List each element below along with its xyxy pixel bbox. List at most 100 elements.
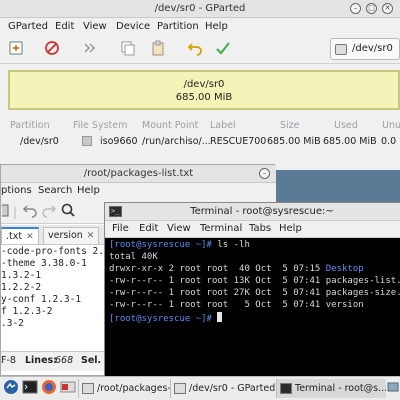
status-encoding[interactable]: F-8	[1, 355, 16, 366]
listing-meta: drwxr-xr-x 2 root root 40 Oct 5 07:15	[109, 264, 326, 274]
gparted-icon	[174, 383, 186, 394]
col-size[interactable]: Size	[280, 120, 300, 131]
task-label: Terminal - root@s...	[295, 383, 386, 394]
device-selector[interactable]: /dev/sr0	[330, 38, 400, 60]
tab-label: .txt	[6, 231, 23, 242]
listing-row: -rw-r--r-- 1 root root 13K Oct 5 07:41 p…	[109, 276, 400, 286]
tab-version[interactable]: version ✕	[43, 227, 99, 244]
terminal-output[interactable]: [root@sysrescue ~]# ls -lh total 40K drw…	[105, 238, 400, 376]
menu-file[interactable]: File	[112, 223, 129, 234]
command-text: ls -lh	[211, 240, 250, 250]
cell-size: 685.00 MiB	[267, 136, 321, 147]
search-icon[interactable]	[58, 202, 78, 222]
terminal-menubar: File Edit View Terminal Tabs Help	[105, 221, 400, 238]
menu-edit[interactable]: Edit	[139, 223, 158, 234]
undo-icon[interactable]	[20, 202, 40, 222]
apply-icon[interactable]	[213, 40, 233, 60]
text-line: .3-2	[1, 318, 24, 329]
menu-edit[interactable]: Edit	[55, 21, 74, 32]
menu-help[interactable]: Help	[205, 21, 228, 32]
menu-view[interactable]: View	[83, 21, 107, 32]
partition-block[interactable]: /dev/sr0 685.00 MiB	[8, 70, 400, 110]
close-icon[interactable]: ✕	[382, 3, 393, 14]
col-partition[interactable]: Partition	[10, 120, 50, 131]
window-title: Terminal - root@sysrescue:~	[190, 206, 334, 217]
status-lines-value: 668	[55, 355, 74, 366]
text-line: 1.3.2-1	[1, 270, 42, 281]
menu-view[interactable]: View	[167, 223, 191, 234]
menu-partition[interactable]: Partition	[157, 21, 199, 32]
filesystem-color-icon	[82, 136, 92, 146]
disk-icon	[335, 44, 347, 55]
close-tab-icon[interactable]: ✕	[87, 231, 95, 241]
browser-launcher-icon[interactable]	[40, 379, 58, 397]
toolbar-separator: |	[13, 205, 18, 219]
partition-table-header: Partition File System Mount Point Label …	[0, 119, 400, 133]
terminal-icon	[280, 383, 292, 394]
delete-icon[interactable]	[42, 40, 62, 60]
partition-block-label: /dev/sr0	[183, 79, 225, 90]
partition-block-size: 685.00 MiB	[175, 92, 233, 103]
text-line: -code-pro-fonts 2.03	[1, 246, 116, 257]
text-line: -theme 3.38.0-1	[1, 258, 87, 269]
paste-icon[interactable]	[148, 40, 168, 60]
undo-icon[interactable]	[185, 40, 205, 60]
col-label[interactable]: Label	[210, 120, 236, 131]
menu-search[interactable]: Search	[38, 185, 72, 196]
cell-used: 685.00 MiB	[323, 136, 377, 147]
menu-help[interactable]: Help	[77, 185, 100, 196]
terminal-window: >_ Terminal - root@sysrescue:~ File Edit…	[104, 202, 400, 376]
gparted-titlebar[interactable]: /dev/sr0 - GParted – □ ✕	[0, 0, 400, 18]
menu-options[interactable]: ptions	[1, 185, 32, 196]
current-prompt-line: [root@sysrescue ~]#	[109, 312, 223, 324]
app-menu-icon[interactable]	[2, 379, 20, 397]
cell-label: RESCUE700	[210, 136, 267, 147]
col-mount-point[interactable]: Mount Point	[142, 120, 198, 131]
cell-partition: /dev/sr0	[20, 136, 59, 147]
task-label: /dev/sr0 - GParted	[189, 383, 276, 394]
table-row[interactable]: /dev/sr0 iso9660 /run/archiso/... RESCUE…	[0, 134, 400, 150]
task-terminal[interactable]: Terminal - root@s...	[276, 379, 386, 398]
new-partition-icon[interactable]	[6, 40, 26, 60]
menu-tabs[interactable]: Tabs	[249, 223, 271, 234]
menu-terminal[interactable]: Terminal	[200, 223, 242, 234]
listing-meta: -rw-r--r-- 1 root root 13K Oct 5 07:41	[109, 276, 326, 286]
gparted-window: /dev/sr0 - GParted – □ ✕ GParted Edit Vi…	[0, 0, 400, 170]
text-line: f 1.2.3-2	[1, 306, 53, 317]
minimize-icon[interactable]: –	[350, 3, 361, 14]
text-line: 1.2.2-2	[1, 282, 42, 293]
window-title: /root/packages-list.txt	[83, 168, 194, 179]
redo-icon[interactable]	[39, 202, 59, 222]
task-text-editor[interactable]: /root/packages-lis...	[78, 379, 170, 398]
menu-device[interactable]: Device	[116, 21, 150, 32]
partition-map: /dev/sr0 685.00 MiB	[0, 64, 400, 116]
cell-filesystem: iso9660	[100, 136, 138, 147]
taskbar: /root/packages-lis... /dev/sr0 - GParted…	[0, 376, 400, 400]
copy-icon[interactable]	[118, 40, 138, 60]
task-gparted[interactable]: /dev/sr0 - GParted	[170, 379, 276, 398]
terminal-titlebar[interactable]: >_ Terminal - root@sysrescue:~	[105, 203, 400, 221]
col-used[interactable]: Used	[334, 120, 358, 131]
listing-name: version	[325, 300, 364, 310]
col-file-system[interactable]: File System	[73, 120, 127, 131]
save-icon[interactable]	[0, 202, 11, 222]
tab-packages-list[interactable]: .txt ✕	[1, 227, 39, 244]
terminal-launcher-icon[interactable]	[21, 379, 39, 397]
resize-move-icon[interactable]	[80, 40, 100, 60]
text-editor-icon	[82, 383, 94, 394]
listing-row: drwxr-xr-x 2 root root 40 Oct 5 07:15 De…	[109, 264, 364, 274]
system-tray-icon[interactable]	[386, 379, 400, 397]
listing-name: packages-list.t	[325, 276, 400, 286]
gparted-launcher-icon[interactable]	[59, 379, 77, 397]
menu-gparted[interactable]: GParted	[8, 21, 48, 32]
editor-titlebar[interactable]: /root/packages-list.txt –	[1, 165, 276, 183]
close-tab-icon[interactable]: ✕	[26, 232, 34, 242]
minimize-icon[interactable]: –	[259, 168, 270, 179]
cell-mount-point: /run/archiso/...	[142, 136, 211, 147]
task-label: /root/packages-lis...	[97, 383, 170, 394]
cell-unused: 0.0	[381, 136, 397, 147]
menu-help[interactable]: Help	[279, 223, 302, 234]
col-unused[interactable]: Unused	[382, 120, 400, 131]
maximize-icon[interactable]: □	[366, 3, 377, 14]
terminal-app-icon: >_	[109, 206, 122, 217]
